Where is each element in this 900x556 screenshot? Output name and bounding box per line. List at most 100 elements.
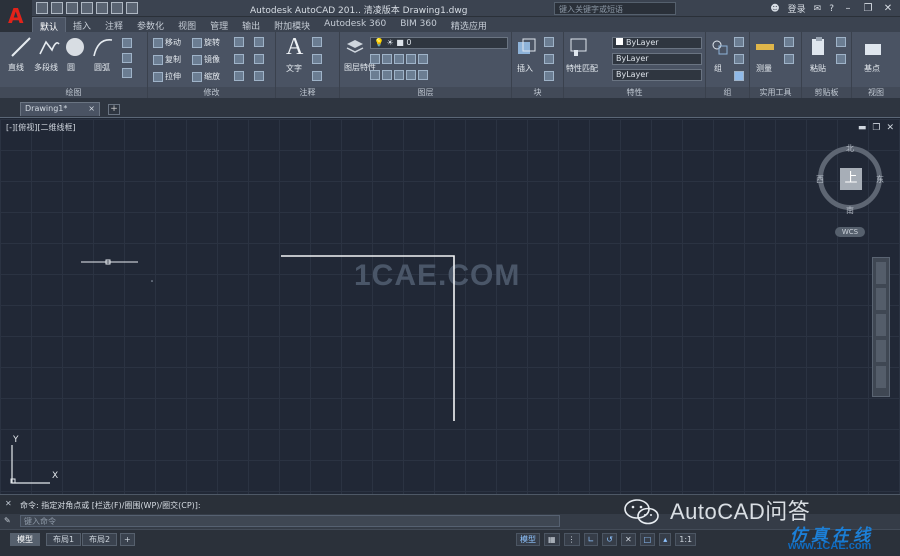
cut-tool[interactable]	[836, 37, 846, 47]
user-icon[interactable]: ☻	[770, 4, 779, 14]
trim-tool[interactable]	[234, 37, 244, 47]
layout-tab-1[interactable]: 布局1	[46, 533, 82, 546]
redo-icon[interactable]	[126, 2, 138, 14]
measure-icon[interactable]	[754, 36, 776, 58]
rotate-tool[interactable]: 旋转	[192, 37, 220, 48]
match-properties-icon[interactable]	[568, 36, 590, 58]
linetype-dropdown[interactable]: ByLayer	[612, 53, 702, 65]
layers-panel-title[interactable]: 图层	[340, 87, 511, 98]
layout-tab-2[interactable]: 布局2	[82, 533, 118, 546]
ribbon-tab-6[interactable]: 输出	[235, 17, 267, 32]
new-file-icon[interactable]	[36, 2, 48, 14]
annotation-panel-title[interactable]: 注释	[276, 87, 339, 98]
model-space-toggle[interactable]: 模型	[516, 533, 540, 546]
fillet-tool[interactable]	[234, 54, 244, 64]
rectangle-tool[interactable]	[122, 38, 132, 48]
group-select-tool[interactable]	[734, 71, 744, 81]
ribbon-tab-7[interactable]: 附加模块	[267, 17, 317, 32]
isodraft-toggle-icon[interactable]: ✕	[620, 533, 636, 546]
ribbon-tab-5[interactable]: 管理	[203, 17, 235, 32]
quick-calc-tool[interactable]	[784, 37, 794, 47]
stretch-tool[interactable]: 拉伸	[153, 71, 181, 82]
copy-clip-tool[interactable]	[836, 54, 846, 64]
arc-label[interactable]: 圆弧	[94, 62, 110, 73]
insert-label[interactable]: 插入	[517, 63, 533, 74]
attribute-tool[interactable]	[544, 71, 554, 81]
command-prompt-icon[interactable]: ✎	[4, 516, 11, 525]
close-tab-icon[interactable]: ×	[88, 103, 95, 115]
plot-icon[interactable]	[96, 2, 108, 14]
layer-dropdown[interactable]: 💡 ☀ ■ 0	[370, 37, 508, 49]
base-view-icon[interactable]	[862, 38, 884, 60]
lineweight-dropdown[interactable]: ByLayer	[612, 69, 702, 81]
drawn-polyline[interactable]	[281, 255, 455, 421]
leader-tool[interactable]	[312, 54, 322, 64]
edit-block-tool[interactable]	[544, 54, 554, 64]
search-input[interactable]: 键入关键字或短语	[554, 2, 676, 15]
add-layout-button[interactable]: +	[120, 533, 135, 546]
grid-toggle-icon[interactable]: ▦	[544, 533, 560, 546]
ribbon-tab-1[interactable]: 插入	[66, 17, 98, 32]
polyline-icon[interactable]	[38, 36, 60, 58]
gradient-tool[interactable]	[122, 68, 132, 78]
paste-label[interactable]: 粘贴	[810, 63, 826, 74]
group-edit-tool[interactable]	[734, 54, 744, 64]
modify-panel-title[interactable]: 修改	[148, 87, 275, 98]
circle-icon[interactable]	[64, 36, 86, 58]
osnap-toggle-icon[interactable]: □	[639, 533, 656, 546]
layout-tab-model[interactable]: 模型	[10, 533, 40, 546]
match-properties-label[interactable]: 特性匹配	[566, 63, 598, 74]
sign-in-link[interactable]: 登录	[788, 2, 806, 15]
command-input[interactable]	[20, 515, 560, 527]
erase-tool[interactable]	[254, 71, 264, 81]
arc-icon[interactable]	[92, 36, 114, 58]
circle-label[interactable]: 圆	[67, 62, 75, 73]
insert-block-icon[interactable]	[515, 37, 537, 59]
annotation-scale-value[interactable]: 1:1	[675, 533, 697, 546]
copy-tool[interactable]: 复制	[153, 54, 181, 65]
ungroup-tool[interactable]	[734, 37, 744, 47]
ribbon-tab-0[interactable]: 默认	[32, 17, 67, 33]
save-icon[interactable]	[66, 2, 78, 14]
properties-panel-title[interactable]: 特性	[564, 87, 705, 98]
ribbon-tab-3[interactable]: 参数化	[130, 17, 171, 32]
utilities-panel-title[interactable]: 实用工具	[750, 87, 801, 98]
group-icon[interactable]	[709, 36, 731, 58]
line-label[interactable]: 直线	[8, 62, 24, 73]
measure-label[interactable]: 测量	[756, 63, 772, 74]
group-label[interactable]: 组	[714, 63, 722, 74]
view-panel-title[interactable]: 视图	[852, 87, 900, 98]
drawing-canvas[interactable]: [-][俯视][二维线框] ▬ ❐ ✕ 上 北 南 东 西 WCS 1CAE.C…	[0, 119, 900, 494]
text-icon[interactable]: A	[286, 34, 303, 61]
new-tab-button[interactable]: +	[108, 104, 120, 115]
color-dropdown[interactable]: ByLayer	[612, 37, 702, 49]
minimize-button[interactable]: –	[842, 3, 854, 15]
restore-button[interactable]: ❐	[862, 3, 874, 15]
ribbon-tab-9[interactable]: BIM 360	[393, 17, 444, 32]
table-tool[interactable]	[312, 71, 322, 81]
ortho-toggle-icon[interactable]: ∟	[583, 533, 599, 546]
groups-panel-title[interactable]: 组	[706, 87, 749, 98]
paste-icon[interactable]	[808, 36, 830, 58]
base-label[interactable]: 基点	[864, 63, 880, 74]
command-close-icon[interactable]: ✕	[5, 499, 12, 508]
create-block-tool[interactable]	[544, 37, 554, 47]
block-panel-title[interactable]: 块	[512, 87, 563, 98]
layer-tools-row1[interactable]	[370, 54, 428, 64]
drawing-tab[interactable]: Drawing1* ×	[20, 102, 100, 116]
polyline-label[interactable]: 多段线	[34, 62, 58, 73]
draw-panel-title[interactable]: 绘图	[0, 87, 147, 98]
ribbon-tab-10[interactable]: 精选应用	[444, 17, 494, 32]
help-button[interactable]: ?	[829, 4, 834, 14]
text-label[interactable]: 文字	[286, 63, 302, 74]
layer-tools-row2[interactable]	[370, 70, 428, 80]
exchange-icon[interactable]: ✉	[814, 4, 822, 14]
dimension-tool[interactable]	[312, 37, 322, 47]
ribbon-tab-4[interactable]: 视图	[171, 17, 203, 32]
offset-tool[interactable]	[254, 54, 264, 64]
layer-properties-icon[interactable]	[344, 36, 366, 58]
undo-icon[interactable]	[111, 2, 123, 14]
array-tool[interactable]	[234, 71, 244, 81]
id-point-tool[interactable]	[784, 54, 794, 64]
save-as-icon[interactable]	[81, 2, 93, 14]
